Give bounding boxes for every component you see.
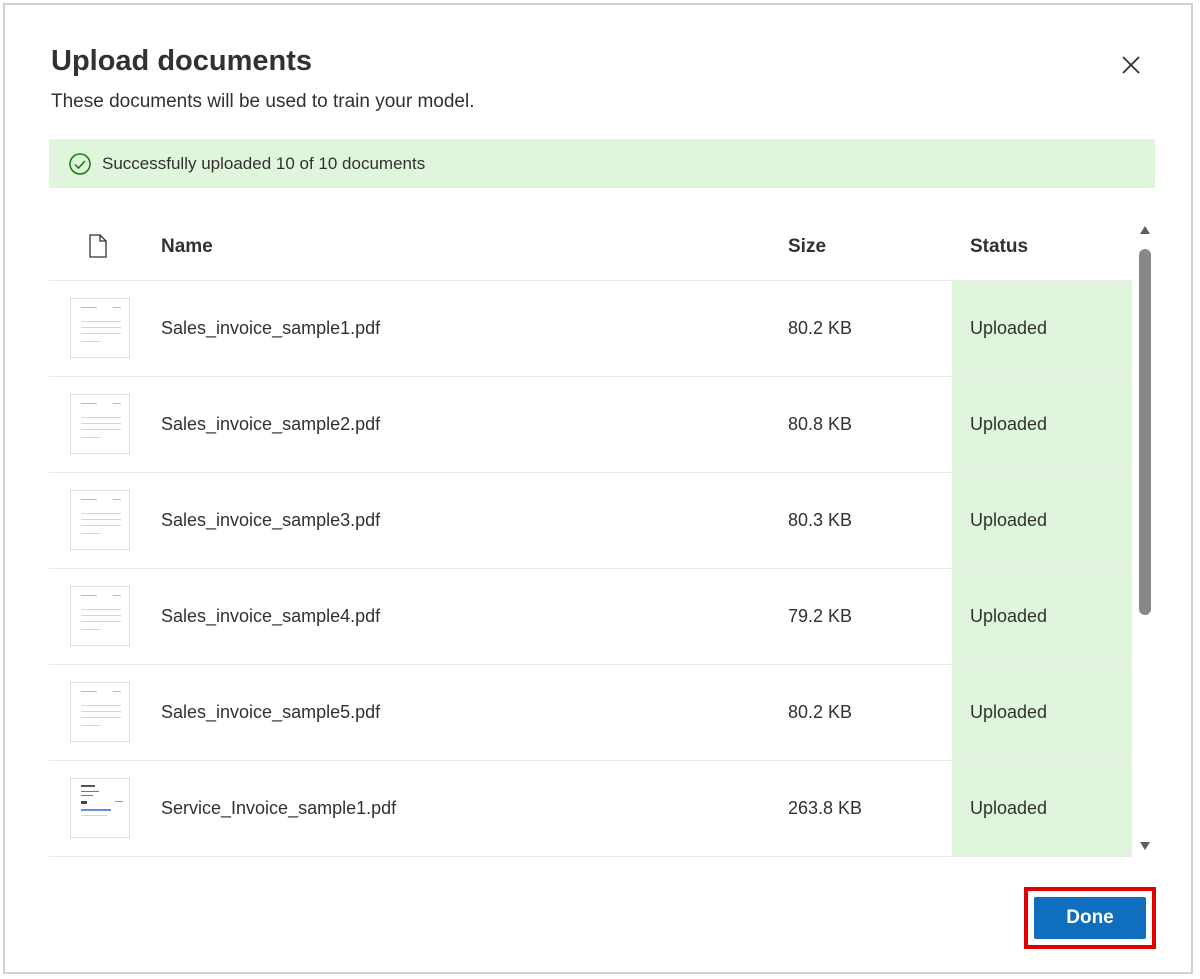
file-name: Sales_invoice_sample4.pdf xyxy=(161,606,381,626)
upload-documents-dialog: Upload documents These documents will be… xyxy=(3,3,1193,974)
file-name: Sales_invoice_sample1.pdf xyxy=(161,318,381,338)
document-thumbnail xyxy=(70,394,130,454)
file-size: 79.2 KB xyxy=(788,606,853,626)
file-name: Sales_invoice_sample3.pdf xyxy=(161,510,381,530)
file-size: 80.3 KB xyxy=(788,510,853,530)
caret-down-icon xyxy=(1140,842,1150,850)
status-cell: Uploaded xyxy=(952,281,1132,376)
file-name: Sales_invoice_sample5.pdf xyxy=(161,702,381,722)
table-row[interactable]: Sales_invoice_sample4.pdf 79.2 KB Upload… xyxy=(49,569,1132,665)
document-thumbnail xyxy=(70,682,130,742)
success-banner: Successfully uploaded 10 of 10 documents xyxy=(49,139,1155,188)
status-text: Uploaded xyxy=(970,798,1048,818)
status-text: Uploaded xyxy=(970,606,1048,626)
document-icon xyxy=(87,234,109,258)
success-message: Successfully uploaded 10 of 10 documents xyxy=(102,153,426,173)
status-cell: Uploaded xyxy=(952,473,1132,568)
check-circle-icon xyxy=(68,152,92,176)
caret-up-icon xyxy=(1140,226,1150,234)
close-button[interactable] xyxy=(1113,47,1149,83)
file-name: Sales_invoice_sample2.pdf xyxy=(161,414,381,434)
table-header: Name Size Status xyxy=(49,212,1131,281)
dialog-subtitle: These documents will be used to train yo… xyxy=(51,91,475,112)
file-name: Service_Invoice_sample1.pdf xyxy=(161,798,397,818)
column-header-name[interactable]: Name xyxy=(161,236,213,258)
status-text: Uploaded xyxy=(970,702,1048,722)
table-row[interactable]: Sales_invoice_sample3.pdf 80.3 KB Upload… xyxy=(49,473,1132,569)
status-cell: Uploaded xyxy=(952,377,1132,472)
close-icon xyxy=(1122,56,1140,74)
table-row[interactable]: Service_Invoice_sample1.pdf 263.8 KB Upl… xyxy=(49,761,1132,857)
table-scrollbar[interactable] xyxy=(1134,215,1156,861)
documents-table: Name Size Status Sales_invoice_sample1.p… xyxy=(49,212,1155,862)
column-header-status[interactable]: Status xyxy=(970,236,1028,258)
status-cell: Uploaded xyxy=(952,569,1132,664)
status-text: Uploaded xyxy=(970,318,1048,338)
scroll-thumb[interactable] xyxy=(1139,249,1151,615)
document-thumbnail xyxy=(70,778,130,838)
status-cell: Uploaded xyxy=(952,665,1132,760)
file-size: 80.8 KB xyxy=(788,414,853,434)
table-row[interactable]: Sales_invoice_sample5.pdf 80.2 KB Upload… xyxy=(49,665,1132,761)
document-thumbnail xyxy=(70,586,130,646)
scroll-down-arrow[interactable] xyxy=(1138,839,1152,853)
table-body: Sales_invoice_sample1.pdf 80.2 KB Upload… xyxy=(49,281,1132,857)
document-thumbnail xyxy=(70,490,130,550)
document-thumbnail xyxy=(70,298,130,358)
file-size: 263.8 KB xyxy=(788,798,863,818)
done-button[interactable]: Done xyxy=(1034,897,1146,939)
status-cell: Uploaded xyxy=(952,761,1132,856)
table-row[interactable]: Sales_invoice_sample2.pdf 80.8 KB Upload… xyxy=(49,377,1132,473)
status-text: Uploaded xyxy=(970,510,1048,530)
scroll-up-arrow[interactable] xyxy=(1138,223,1152,237)
file-size: 80.2 KB xyxy=(788,318,853,338)
dialog-title: Upload documents xyxy=(51,45,313,77)
column-header-size[interactable]: Size xyxy=(788,236,826,258)
status-text: Uploaded xyxy=(970,414,1048,434)
file-size: 80.2 KB xyxy=(788,702,853,722)
table-row[interactable]: Sales_invoice_sample1.pdf 80.2 KB Upload… xyxy=(49,281,1132,377)
